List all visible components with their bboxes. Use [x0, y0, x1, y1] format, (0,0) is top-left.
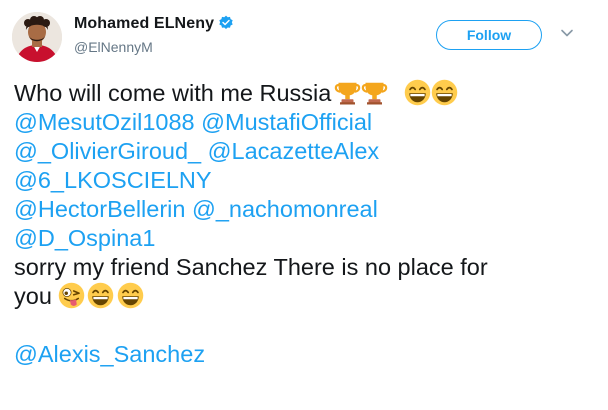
mention-link[interactable]: @_OlivierGiroud_: [14, 138, 201, 164]
author-display-name[interactable]: Mohamed ELNeny: [74, 15, 214, 32]
tweet-header: Mohamed ELNeny @ElNennyM Follow: [12, 12, 596, 64]
tweet-line: @6_LKOSCIELNY: [14, 166, 599, 195]
follow-button[interactable]: Follow: [436, 20, 542, 50]
grinning-face-icon: [117, 282, 144, 309]
tweet-text-segment: Who will come with me Russia: [14, 80, 332, 106]
tweet-line: @MesutOzil1088 @MustafiOfficial: [14, 108, 599, 137]
grinning-face-icon: [431, 79, 458, 106]
mention-link[interactable]: @MesutOzil1088: [14, 109, 195, 135]
grinning-face-icon: [404, 79, 431, 106]
tweet-line: @D_Ospina1: [14, 224, 599, 253]
chevron-down-icon[interactable]: [560, 26, 574, 40]
tweet-line: Who will come with me Russia: [14, 79, 599, 108]
mention-link[interactable]: @_nachomonreal: [192, 196, 378, 222]
tweet-line: @Alexis_Sanchez: [14, 340, 599, 369]
verified-badge-icon: [218, 15, 234, 36]
tweet-line: @HectorBellerin @_nachomonreal: [14, 195, 599, 224]
trophy-icon: [361, 79, 388, 106]
author-handle[interactable]: @ElNennyM: [74, 39, 234, 55]
avatar[interactable]: [12, 12, 62, 62]
tweet-text-segment: sorry my friend Sanchez There is no plac…: [14, 254, 488, 280]
tweet-line: you: [14, 282, 599, 311]
mention-link[interactable]: @D_Ospina1: [14, 225, 155, 251]
author-names: Mohamed ELNeny @ElNennyM: [74, 15, 234, 55]
trophy-icon: [334, 79, 361, 106]
mention-link[interactable]: @Alexis_Sanchez: [14, 341, 205, 367]
winking-face-with-tongue-icon: [58, 282, 85, 309]
mention-link[interactable]: @6_LKOSCIELNY: [14, 167, 212, 193]
tweet-line: @_OlivierGiroud_ @LacazetteAlex: [14, 137, 599, 166]
mention-link[interactable]: @LacazetteAlex: [208, 138, 379, 164]
mention-link[interactable]: @HectorBellerin: [14, 196, 185, 222]
grinning-face-icon: [87, 282, 114, 309]
tweet-text: Who will come with me Russia @MesutOzil1…: [14, 79, 599, 369]
mention-link[interactable]: @MustafiOfficial: [201, 109, 372, 135]
tweet-text-segment: you: [14, 283, 52, 309]
tweet-line: sorry my friend Sanchez There is no plac…: [14, 253, 599, 282]
